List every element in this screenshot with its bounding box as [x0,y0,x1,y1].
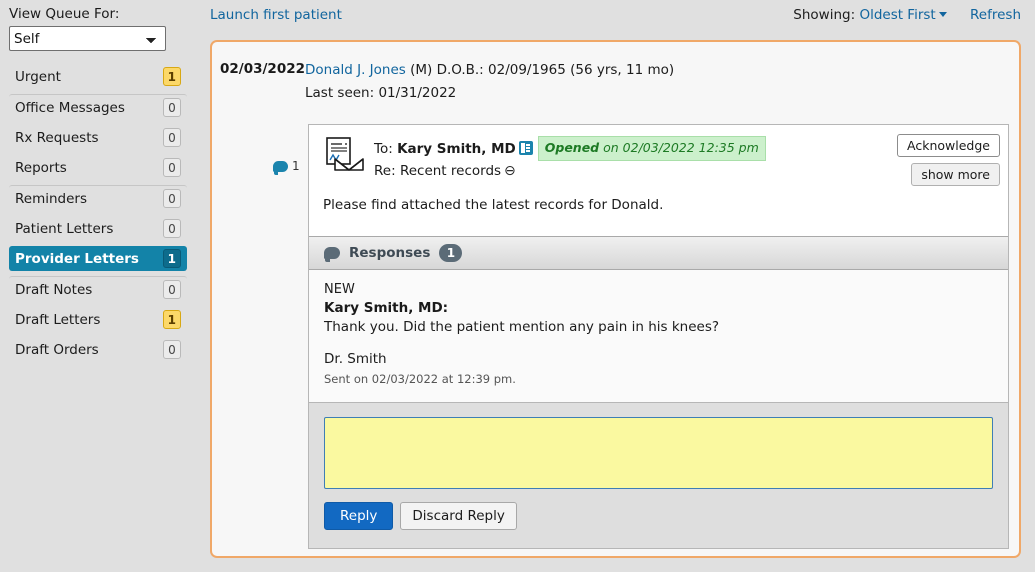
letter-header: To: Kary Smith, MD Opened on 02/03/2022 1… [309,125,1008,191]
letter-body-text: Please find attached the latest records … [323,197,664,213]
response-signature: Dr. Smith [324,351,387,367]
sidebar-item-label: Office Messages [15,99,125,116]
letter-envelope-icon [326,137,364,171]
sidebar-item-draft-orders[interactable]: Draft Orders 0 [9,337,187,362]
discard-reply-button[interactable]: Discard Reply [400,502,517,530]
sidebar-item-urgent[interactable]: Urgent 1 [9,64,187,89]
contact-card-icon[interactable] [518,141,533,155]
response-status: NEW [324,282,355,297]
responses-title: Responses [349,245,431,261]
sidebar-item-count-badge: 0 [163,158,181,177]
comment-count-value: 1 [292,159,300,173]
responses-header[interactable]: Responses 1 [309,236,1008,270]
sidebar-item-label: Urgent [15,68,61,85]
patient-identity-line: Donald J. Jones (M) D.O.B.: 02/09/1965 (… [305,62,674,78]
sidebar-item-reports[interactable]: Reports 0 [9,155,187,180]
sidebar-item-count-badge: 0 [163,128,181,147]
sidebar-item-label: Rx Requests [15,129,99,146]
showing-controls: Showing: Oldest First Refresh [793,7,1021,23]
opened-status-badge: Opened on 02/03/2022 12:35 pm [537,136,766,161]
sidebar-item-count-badge: 1 [162,310,181,329]
sidebar-item-count-badge: 0 [163,219,181,238]
queue-select-wrapper: Self [0,26,196,51]
patient-demographics: (M) D.O.B.: 02/09/1965 (56 yrs, 11 mo) [410,62,675,78]
patient-name-link[interactable]: Donald J. Jones [305,62,406,78]
show-more-button[interactable]: show more [911,163,1000,186]
response-author: Kary Smith, MD: [324,300,449,316]
sidebar-item-count-badge: 1 [162,67,181,86]
response-text: Thank you. Did the patient mention any p… [324,319,720,335]
sidebar-item-label: Draft Letters [15,311,101,328]
sidebar-item-label: Patient Letters [15,220,114,237]
top-toolbar: Launch first patient Showing: Oldest Fir… [196,0,1035,32]
response-item: NEW Kary Smith, MD: Thank you. Did the p… [309,270,1008,403]
sidebar-item-label: Draft Orders [15,341,99,358]
speech-bubble-icon [273,160,288,175]
sidebar-item-count-badge: 1 [162,249,181,268]
launch-first-patient-link[interactable]: Launch first patient [210,7,342,23]
sidebar-item-reminders[interactable]: Reminders 0 [9,185,187,211]
letter-action-buttons: Acknowledge show more [897,134,1000,186]
opened-timestamp: on 02/03/2022 12:35 pm [599,140,759,155]
to-prefix-label: To: [374,141,393,157]
message-comment-count: 1 [273,159,300,175]
responses-speech-bubble-icon [324,247,340,262]
sort-order-dropdown[interactable]: Oldest First [859,7,935,23]
letter-recipient-name: Kary Smith, MD [397,141,516,157]
sidebar-item-count-badge: 0 [163,280,181,299]
sidebar-item-label: Provider Letters [15,250,139,267]
reply-composer: Reply Discard Reply [309,403,1008,548]
sidebar-item-rx-requests[interactable]: Rx Requests 0 [9,125,187,150]
refresh-link[interactable]: Refresh [970,7,1021,23]
reply-textarea[interactable] [324,417,993,489]
acknowledge-button[interactable]: Acknowledge [897,134,1000,157]
response-sent-timestamp: Sent on 02/03/2022 at 12:39 pm. [324,372,516,386]
sidebar-item-label: Draft Notes [15,281,93,298]
showing-label: Showing: [793,7,856,23]
reply-button[interactable]: Reply [324,502,394,530]
sidebar-item-draft-notes[interactable]: Draft Notes 0 [9,276,187,302]
sidebar-item-count-badge: 0 [163,98,181,117]
queue-item-list: Urgent 1 Office Messages 0 Rx Requests 0 Repor… [0,64,196,362]
queue-sidebar: View Queue For: Self Urgent 1 Office Messa… [0,0,196,572]
patient-last-seen: Last seen: 01/31/2022 [305,85,457,101]
queue-for-label: View Queue For: [9,6,120,22]
sidebar-item-label: Reminders [15,190,87,207]
re-prefix-label: Re: [374,163,396,179]
attachment-paperclip-icon[interactable]: ⊖ [504,161,516,181]
sidebar-item-patient-letters[interactable]: Patient Letters 0 [9,216,187,241]
patient-message-card: 02/03/2022 Donald J. Jones (M) D.O.B.: 0… [210,40,1021,558]
message-date: 02/03/2022 [220,61,306,77]
letter-subject: Recent records [399,163,502,179]
responses-count-badge: 1 [439,244,463,262]
sidebar-item-label: Reports [15,159,67,176]
reply-button-row: Reply Discard Reply [324,502,993,530]
sidebar-item-count-badge: 0 [163,189,181,208]
queue-for-select[interactable]: Self [9,26,166,51]
sidebar-item-count-badge: 0 [163,340,181,359]
sidebar-item-office-messages[interactable]: Office Messages 0 [9,94,187,120]
sidebar-item-provider-letters[interactable]: Provider Letters 1 [9,246,187,271]
letter-detail-panel: To: Kary Smith, MD Opened on 02/03/2022 1… [308,124,1009,549]
sidebar-item-draft-letters[interactable]: Draft Letters 1 [9,307,187,332]
chevron-down-icon[interactable] [938,12,947,17]
opened-word: Opened [544,140,600,155]
